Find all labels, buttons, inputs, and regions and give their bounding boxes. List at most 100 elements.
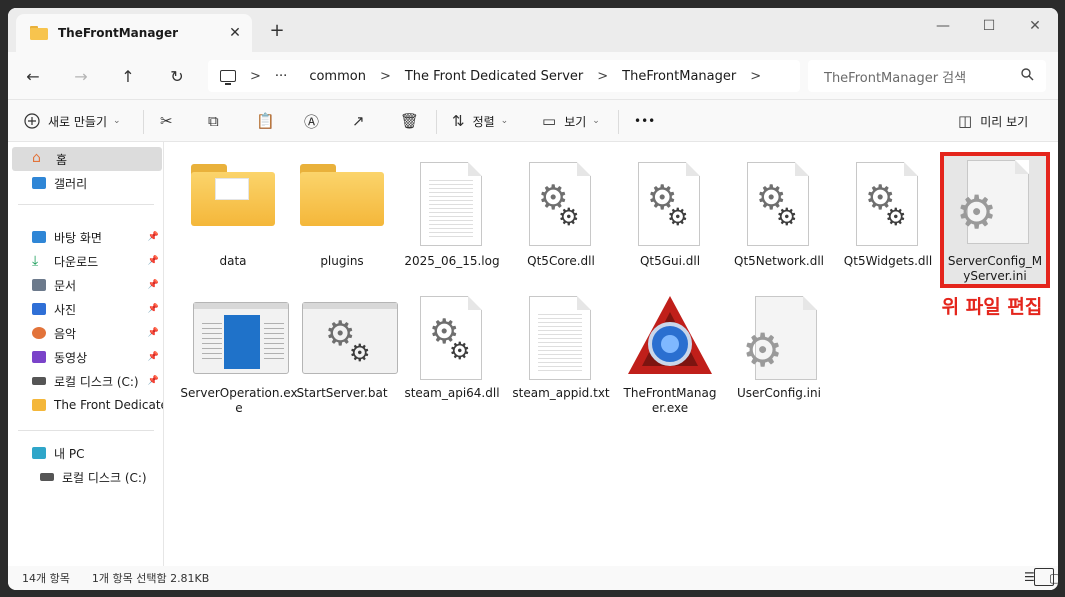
dll-file-icon: ⚙ ⚙ <box>420 296 482 380</box>
tiles-view-button[interactable]: ▢ <box>1034 568 1058 586</box>
sidebar-item-label: 음악 <box>54 326 77 341</box>
file-name: data <box>219 254 247 268</box>
file-item-serverconfig-myserver[interactable]: ⚙ ServerConfig_MyServer.ini <box>945 154 1045 284</box>
new-label: 새로 만들기 <box>48 114 108 129</box>
sidebar-item-local-disk[interactable]: 로컬 디스크 (C:) 📌 <box>8 369 163 393</box>
sidebar-item-documents[interactable]: 문서 📌 <box>8 273 163 297</box>
gallery-icon <box>32 177 46 189</box>
tab-close-icon[interactable]: ✕ <box>226 24 244 42</box>
file-item-userconfig[interactable]: ⚙ UserConfig.ini <box>729 292 829 422</box>
close-window-button[interactable]: ✕ <box>1012 12 1058 40</box>
preview-pane-button[interactable]: ◫ 미리 보기 <box>958 108 1028 134</box>
breadcrumb-sep: > <box>250 68 261 84</box>
pin-icon: 📌 <box>147 328 159 338</box>
sidebar-item-home[interactable]: ⌂ 홈 <box>12 147 162 171</box>
toolbar-divider <box>436 110 437 134</box>
cut-button[interactable]: ✂ <box>160 108 181 134</box>
delete-button[interactable]: 🗑 <box>400 108 427 134</box>
sidebar-item-label: 사진 <box>54 302 77 317</box>
breadcrumb-sep: > <box>750 68 762 84</box>
music-icon <box>32 327 46 339</box>
videos-icon <box>32 351 46 363</box>
file-name: ServerOperation.exe <box>180 386 298 415</box>
view-button[interactable]: ▭ 보기 ⌄ <box>542 108 600 134</box>
selection-info: 1개 항목 선택함 2.81KB <box>91 572 210 585</box>
file-item-startserver[interactable]: ⚙ ⚙ StartServer.bat <box>292 292 398 422</box>
batch-file-icon: ⚙ ⚙ <box>302 302 398 374</box>
text-file-icon <box>529 296 591 380</box>
copy-button[interactable]: ⧉ <box>208 108 227 134</box>
sidebar-item-this-pc[interactable]: 내 PC <box>8 441 163 465</box>
file-name: UserConfig.ini <box>737 386 821 400</box>
file-item-data[interactable]: data <box>183 154 283 284</box>
refresh-button[interactable]: ↻ <box>164 64 190 90</box>
details-view-button[interactable]: ☰ <box>1010 568 1035 586</box>
breadcrumb-more[interactable]: ··· <box>275 69 287 84</box>
command-bar: 새로 만들기 ⌄ ✂ ⧉ 📋 Ⓐ ↗ 🗑 ⇅ 정렬 ⌄ ▭ 보기 ⌄ ••• ◫… <box>8 100 1058 142</box>
sidebar-item-pc-drive[interactable]: 로컬 디스크 (C:) <box>8 465 163 489</box>
sidebar-item-label: 바탕 화면 <box>54 230 102 245</box>
file-name: StartServer.bat <box>296 386 388 400</box>
sidebar-item-pictures[interactable]: 사진 📌 <box>8 297 163 321</box>
sidebar-item-desktop[interactable]: 바탕 화면 📌 <box>8 225 163 249</box>
search-input[interactable]: TheFrontManager 검색 <box>808 60 1046 92</box>
more-button[interactable]: ••• <box>634 108 655 134</box>
file-item-log[interactable]: 2025_06_15.log <box>402 154 502 284</box>
address-bar[interactable]: > ··· common > The Front Dedicated Serve… <box>208 60 800 92</box>
text-file-icon <box>420 162 482 246</box>
sidebar-item-the-front-dedicated[interactable]: The Front Dedicated <box>8 393 163 417</box>
maximize-button[interactable]: ☐ <box>966 12 1012 40</box>
computer-icon <box>32 447 46 459</box>
file-item-qt5widgets[interactable]: ⚙ ⚙ Qt5Widgets.dll <box>838 154 938 284</box>
file-item-plugins[interactable]: plugins <box>292 154 392 284</box>
file-name: steam_api64.dll <box>404 386 500 400</box>
file-item-steam-api64[interactable]: ⚙ ⚙ steam_api64.dll <box>402 292 502 422</box>
sidebar-item-videos[interactable]: 동영상 📌 <box>8 345 163 369</box>
title-bar: TheFrontManager ✕ + — ☐ ✕ <box>8 8 1058 52</box>
sort-button[interactable]: ⇅ 정렬 ⌄ <box>452 108 508 134</box>
breadcrumb-sep: > <box>597 68 609 84</box>
breadcrumb-dedicated-server[interactable]: The Front Dedicated Server <box>405 69 583 84</box>
view-icon: ▭ <box>542 112 557 130</box>
large-icons-view-icon: ▢ <box>1049 571 1058 585</box>
tab-thefrontmanager[interactable]: TheFrontManager ✕ <box>16 14 252 52</box>
home-icon: ⌂ <box>32 150 41 166</box>
sidebar-item-music[interactable]: 음악 📌 <box>8 321 163 345</box>
view-label: 보기 <box>564 114 587 129</box>
minimize-button[interactable]: — <box>920 12 966 40</box>
sidebar-item-downloads[interactable]: ⤓ 다운로드 📌 <box>8 249 163 273</box>
file-item-thefrontmanager-exe[interactable]: TheFrontManager.exe <box>620 292 720 422</box>
file-item-qt5gui[interactable]: ⚙ ⚙ Qt5Gui.dll <box>620 154 720 284</box>
share-button[interactable]: ↗ <box>352 108 373 134</box>
trash-icon: 🗑 <box>400 112 420 130</box>
sidebar-item-label: 로컬 디스크 (C:) <box>54 374 139 389</box>
new-button[interactable]: 새로 만들기 ⌄ <box>24 108 121 134</box>
sidebar-item-gallery[interactable]: 갤러리 <box>8 171 163 195</box>
breadcrumb-common[interactable]: common <box>309 69 366 84</box>
breadcrumb-thefrontmanager[interactable]: TheFrontManager <box>622 69 736 84</box>
pin-icon: 📌 <box>147 304 159 314</box>
file-name: Qt5Core.dll <box>527 254 595 268</box>
pin-icon: 📌 <box>147 352 159 362</box>
folder-icon <box>30 26 48 40</box>
toolbar-divider <box>618 110 619 134</box>
file-name: plugins <box>320 254 364 268</box>
paste-button[interactable]: 📋 <box>256 108 283 134</box>
file-item-qt5network[interactable]: ⚙ ⚙ Qt5Network.dll <box>729 154 829 284</box>
file-item-qt5core[interactable]: ⚙ ⚙ Qt5Core.dll <box>511 154 611 284</box>
back-button[interactable]: ← <box>20 64 46 90</box>
sort-icon: ⇅ <box>452 112 465 130</box>
sidebar-item-label: 문서 <box>54 278 77 293</box>
breadcrumb-sep: > <box>379 68 391 84</box>
rename-button[interactable]: Ⓐ <box>304 108 327 134</box>
new-tab-button[interactable]: + <box>266 20 288 42</box>
documents-icon <box>32 279 46 291</box>
forward-button[interactable]: → <box>68 64 94 90</box>
up-button[interactable]: ↑ <box>115 64 141 90</box>
file-item-serveroperation[interactable]: ServerOperation.exe <box>180 292 298 422</box>
file-item-steam-appid[interactable]: steam_appid.txt <box>511 292 611 422</box>
sidebar-item-label: 다운로드 <box>54 254 99 269</box>
file-list: data plugins 2025_06_15.log ⚙ ⚙ Qt5Core.d… <box>165 142 1058 566</box>
sidebar-item-label: 홈 <box>56 152 68 167</box>
sort-label: 정렬 <box>472 114 495 129</box>
